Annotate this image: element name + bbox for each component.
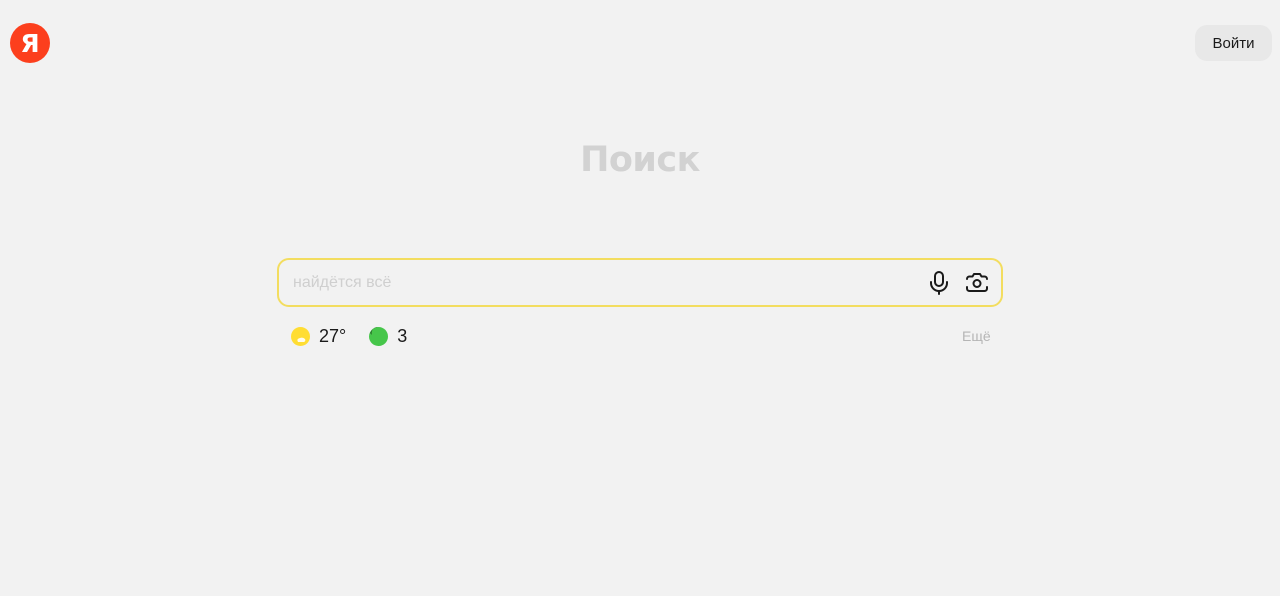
page: Я Войти Поиск 27° <box>0 0 1280 596</box>
yandex-logo[interactable]: Я <box>10 23 50 63</box>
login-button[interactable]: Войти <box>1195 25 1272 61</box>
page-title: Поиск <box>580 140 700 180</box>
traffic-informer[interactable]: 3 <box>368 326 407 347</box>
traffic-jams-icon <box>369 326 389 346</box>
search-box <box>277 258 1003 307</box>
traffic-score: 3 <box>397 325 408 346</box>
weather-sun-icon <box>291 326 310 346</box>
search-input[interactable] <box>293 260 913 305</box>
logo-letter: Я <box>20 28 40 58</box>
more-link[interactable]: Ещё <box>962 328 991 344</box>
camera-search-icon[interactable] <box>964 270 990 296</box>
informers-bar: 27° 3 <box>290 324 429 348</box>
weather-temperature: 27° <box>319 325 347 346</box>
weather-informer[interactable]: 27° <box>290 326 346 347</box>
microphone-icon[interactable] <box>926 270 952 296</box>
